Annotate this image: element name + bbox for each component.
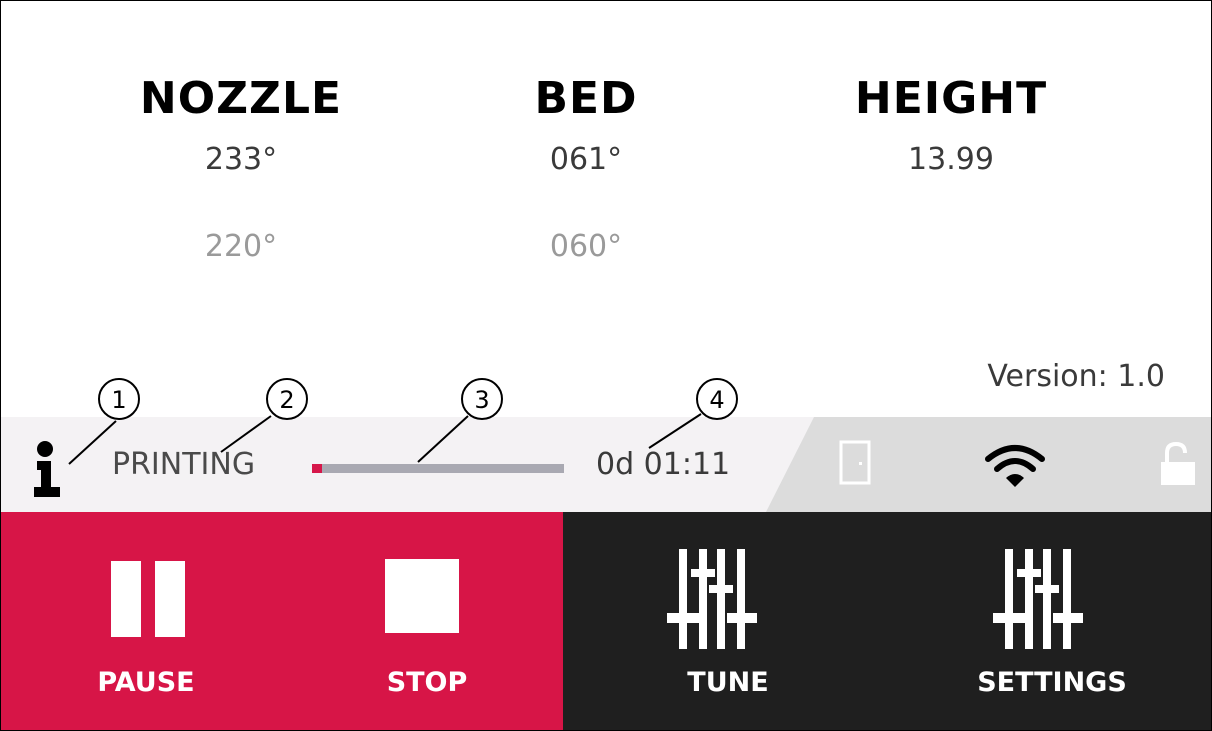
wifi-icon	[985, 445, 1045, 487]
callout-1-number: 1	[111, 386, 126, 414]
tune-button[interactable]: TUNE	[563, 512, 893, 730]
pause-label: PAUSE	[97, 667, 195, 698]
callout-4: 4	[648, 378, 738, 449]
callout-1: 1	[68, 378, 140, 465]
bed-column: BED 061° 060°	[486, 73, 686, 264]
version-label: Version: 1.0	[987, 359, 1165, 394]
tune-label: TUNE	[687, 667, 769, 698]
sliders-icon	[667, 549, 757, 649]
unlocked-icon	[1161, 441, 1195, 485]
nozzle-title: NOZZLE	[139, 73, 343, 124]
bed-target-temp: 060°	[549, 229, 623, 264]
nozzle-target-temp: 220°	[204, 229, 278, 264]
bed-title: BED	[534, 73, 638, 124]
bed-current-temp: 061°	[549, 142, 623, 177]
height-value: 13.99	[908, 142, 994, 177]
settings-button[interactable]: SETTINGS	[893, 512, 1211, 730]
height-column: HEIGHT 13.99	[831, 73, 1071, 177]
nozzle-column: NOZZLE 233° 220°	[131, 73, 351, 264]
callout-4-number: 4	[709, 386, 724, 414]
stop-label: STOP	[386, 667, 468, 698]
sliders-icon	[993, 549, 1083, 649]
pause-icon	[111, 561, 185, 637]
settings-label: SETTINGS	[977, 667, 1127, 698]
callout-2-number: 2	[279, 386, 294, 414]
callout-3-number: 3	[474, 386, 489, 414]
stop-icon	[385, 559, 459, 633]
door-icon	[839, 440, 871, 485]
stop-button[interactable]: STOP	[291, 512, 563, 730]
callout-3: 3	[417, 378, 503, 463]
printer-screen: NOZZLE 233° 220° BED 061° 060° HEIGHT 13…	[0, 0, 1212, 731]
height-title: HEIGHT	[854, 73, 1048, 124]
nozzle-current-temp: 233°	[204, 142, 278, 177]
callout-2: 2	[220, 378, 308, 453]
pause-button[interactable]: PAUSE	[1, 512, 291, 730]
